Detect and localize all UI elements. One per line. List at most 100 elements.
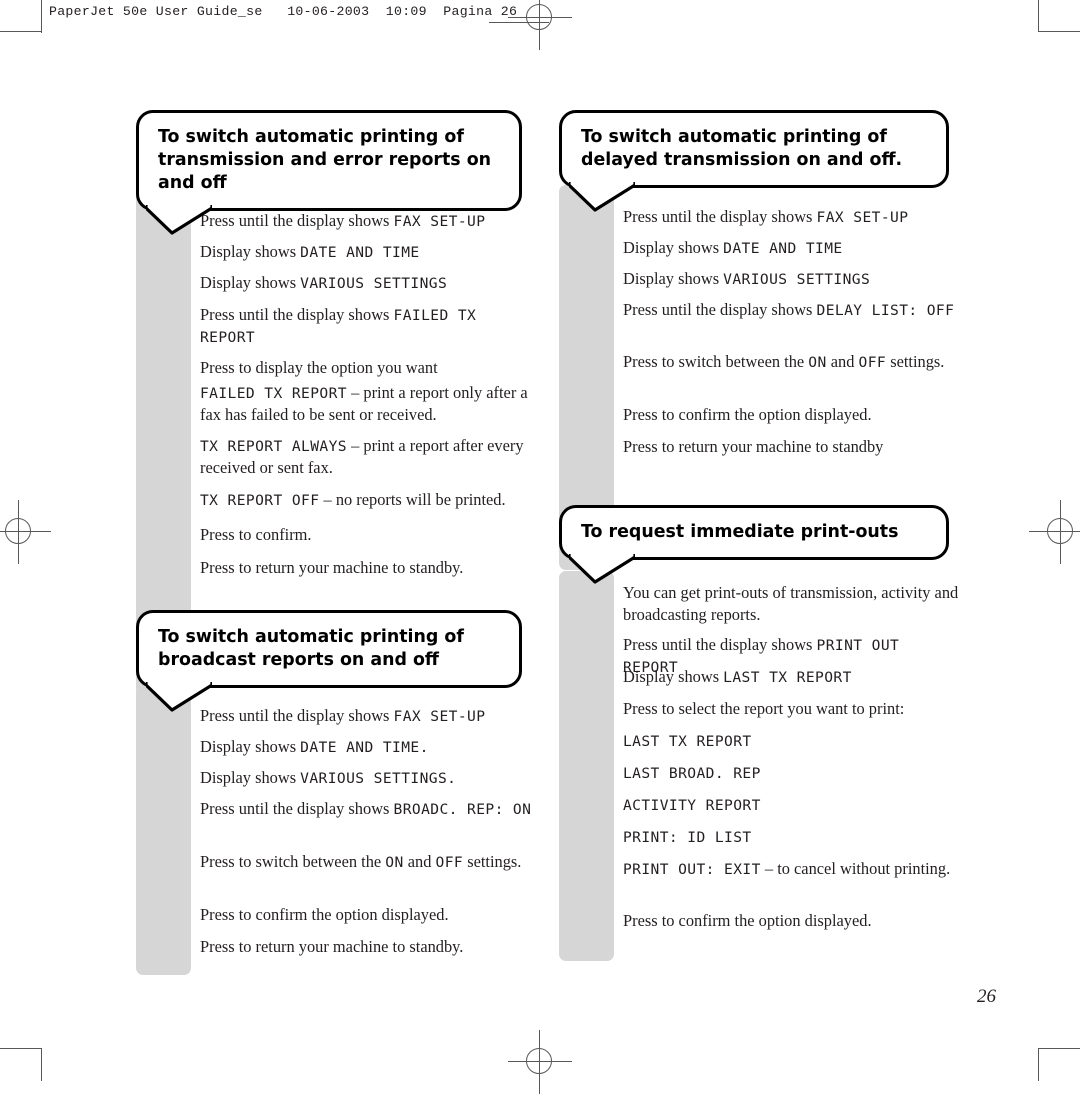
instruction-step: PRINT OUT: EXIT – to cancel without prin… xyxy=(623,858,963,880)
step-text: Press to switch between the xyxy=(200,852,386,871)
procedure-section-immediate-print-outs: To request immediate print-outsFunctionR… xyxy=(559,505,963,961)
callout-tail-icon xyxy=(569,181,635,212)
registration-mark-top xyxy=(508,0,572,50)
step-text: Press to display the option you want xyxy=(200,358,438,377)
step-text: Press until the display shows xyxy=(200,706,394,725)
step-text: Press until the display shows xyxy=(623,300,817,319)
step-text: – to cancel without printing. xyxy=(760,859,951,878)
instruction-step: Press to return your machine to standby xyxy=(623,436,959,458)
instruction-step: Press to confirm. xyxy=(200,524,536,546)
instruction-step: LAST BROAD. REP xyxy=(623,762,963,784)
lcd-display-text: ON xyxy=(808,354,827,371)
instruction-step: ACTIVITY REPORT xyxy=(623,794,963,816)
lcd-display-text: FAX SET-UP xyxy=(816,209,909,226)
printed-page: PaperJet 50e User Guide_se 10-06-2003 10… xyxy=(0,0,1080,1094)
lcd-display-text: ON xyxy=(385,854,404,871)
slug-divider xyxy=(41,0,43,33)
instruction-step: Display shows LAST TX REPORT xyxy=(623,666,963,688)
lcd-display-text: DELAY LIST: OFF xyxy=(816,302,955,319)
step-text: Display shows xyxy=(200,768,301,787)
step-text: Press until the display shows xyxy=(200,799,394,818)
instruction-step: Press to switch between the ON and OFF s… xyxy=(623,351,959,373)
instruction-step: You can get print-outs of transmission, … xyxy=(623,582,963,626)
lcd-display-text: VARIOUS SETTINGS xyxy=(300,275,448,292)
instruction-step: Press until the display shows BROADC. RE… xyxy=(200,798,536,820)
step-text: You can get print-outs of transmission, … xyxy=(623,583,959,624)
registration-mark-left xyxy=(0,500,51,564)
section-callout: To switch automatic printing of delayed … xyxy=(559,110,949,212)
callout-tail-icon xyxy=(146,204,212,235)
procedure-section-broadcast-reports: To switch automatic printing of broadcas… xyxy=(136,610,536,975)
instruction-step: Press until the display shows FAX SET-UP xyxy=(623,206,959,228)
lcd-display-text: DATE AND TIME xyxy=(300,244,420,261)
step-text: settings. xyxy=(886,352,945,371)
instruction-step: Press until the display shows FAILED TX … xyxy=(200,304,536,348)
step-text: Display shows xyxy=(200,737,301,756)
crop-mark-bottom-right xyxy=(1038,1048,1080,1081)
crop-mark-bottom-left xyxy=(0,1048,42,1081)
crop-mark-top-right xyxy=(1038,0,1080,32)
instruction-step: TX REPORT ALWAYS – print a report after … xyxy=(200,435,536,479)
callout-tail-icon xyxy=(569,553,635,584)
step-text: Press to confirm the option displayed. xyxy=(623,405,872,424)
step-text: and xyxy=(826,352,859,371)
step-text: Press until the display shows xyxy=(623,635,817,654)
step-text: Press to return your machine to standby. xyxy=(200,937,464,956)
lcd-display-text: TX REPORT OFF xyxy=(200,492,320,509)
instruction-step: TX REPORT OFF – no reports will be print… xyxy=(200,489,536,511)
instruction-step: Press until the display shows FAX SET-UP xyxy=(200,705,536,727)
section-title: To switch automatic printing of transmis… xyxy=(158,127,492,193)
step-text: Press to return your machine to standby xyxy=(623,437,884,456)
procedure-section-delayed-transmission: To switch automatic printing of delayed … xyxy=(559,110,963,570)
instruction-step: Press to return your machine to standby. xyxy=(200,936,536,958)
control-panel-strip xyxy=(559,571,614,961)
lcd-display-text: FAX SET-UP xyxy=(393,708,486,725)
lcd-display-text: LAST TX REPORT xyxy=(623,733,752,750)
step-text: Display shows xyxy=(200,242,301,261)
instruction-step: Press to display the option you want xyxy=(200,357,536,379)
step-text: Display shows xyxy=(200,273,301,292)
instruction-step: Display shows VARIOUS SETTINGS xyxy=(623,268,959,290)
instruction-step: PRINT: ID LIST xyxy=(623,826,963,848)
callout-tail-icon xyxy=(146,681,212,712)
lcd-display-text: VARIOUS SETTINGS xyxy=(723,271,871,288)
lcd-display-text: OFF xyxy=(435,854,464,871)
lcd-display-text: BROADC. REP: ON xyxy=(393,801,532,818)
lcd-display-text: PRINT: ID LIST xyxy=(623,829,752,846)
section-title: To request immediate print-outs xyxy=(581,522,899,542)
lcd-display-text: FAILED TX REPORT xyxy=(200,385,347,402)
step-text: Display shows xyxy=(623,238,724,257)
instruction-step: Display shows VARIOUS SETTINGS. xyxy=(200,767,536,789)
instruction-step: Press until the display shows DELAY LIST… xyxy=(623,299,959,321)
lcd-display-text: DATE AND TIME. xyxy=(300,739,429,756)
section-title: To switch automatic printing of delayed … xyxy=(581,127,903,170)
section-title: To switch automatic printing of broadcas… xyxy=(158,627,464,670)
lcd-display-text: LAST BROAD. REP xyxy=(623,765,761,782)
step-text: Press until the display shows xyxy=(200,211,394,230)
page-number: 26 xyxy=(977,986,996,1007)
registration-mark-right xyxy=(1029,500,1080,564)
step-text: settings. xyxy=(463,852,522,871)
step-text: Press to switch between the xyxy=(623,352,809,371)
step-text: Press until the display shows xyxy=(623,207,817,226)
instruction-step: Display shows DATE AND TIME. xyxy=(200,736,536,758)
step-text: Press to select the report you want to p… xyxy=(623,699,905,718)
page-slug: PaperJet 50e User Guide_se 10-06-2003 10… xyxy=(49,4,518,19)
instruction-step: Press to confirm the option displayed. xyxy=(200,904,536,926)
instruction-step: Press to select the report you want to p… xyxy=(623,698,963,720)
step-text: Display shows xyxy=(623,667,724,686)
step-text: Press to confirm the option displayed. xyxy=(200,905,449,924)
instruction-step: Press to switch between the ON and OFF s… xyxy=(200,851,536,873)
crop-mark-top-left xyxy=(0,0,42,32)
instruction-step: Press to return your machine to standby. xyxy=(200,557,536,579)
instruction-step: FAILED TX REPORT – print a report only a… xyxy=(200,382,536,426)
instruction-step: LAST TX REPORT xyxy=(623,730,963,752)
control-panel-strip xyxy=(136,685,191,975)
instruction-step: Display shows DATE AND TIME xyxy=(623,237,959,259)
registration-mark-bottom xyxy=(508,1030,572,1094)
lcd-display-text: TX REPORT ALWAYS xyxy=(200,438,347,455)
instruction-step: Press to confirm the option displayed. xyxy=(623,910,963,932)
lcd-display-text: OFF xyxy=(858,354,887,371)
lcd-display-text: DATE AND TIME xyxy=(723,240,843,257)
instruction-step: Press to confirm the option displayed. xyxy=(623,404,959,426)
